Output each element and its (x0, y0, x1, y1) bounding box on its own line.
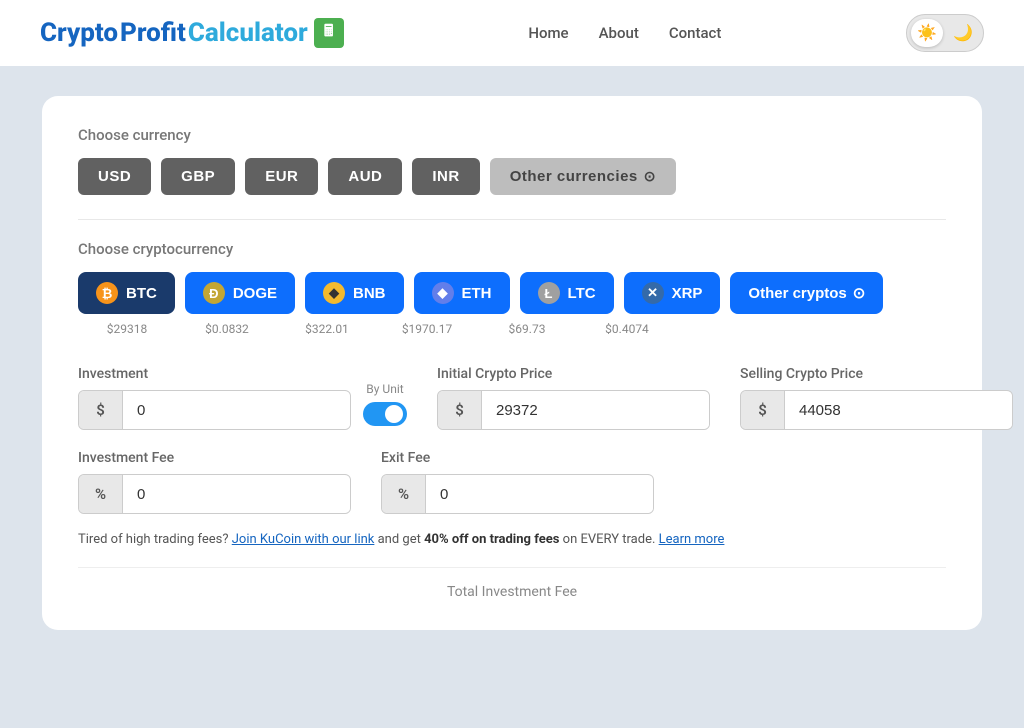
calculator-card: Choose currency USD GBP EUR AUD INR Othe… (42, 96, 982, 630)
investment-label: Investment (78, 366, 351, 382)
btc-icon: ₿ (96, 282, 118, 304)
nav-about[interactable]: About (599, 24, 639, 42)
selling-price-label: Selling Crypto Price (740, 366, 1013, 382)
currency-btn-other[interactable]: Other currencies ⊙ (490, 158, 676, 195)
doge-price: $0.0832 (182, 322, 272, 336)
eth-icon: ◆ (432, 282, 454, 304)
other-currencies-chevron-icon: ⊙ (644, 168, 656, 185)
total-investment-fee-label: Total Investment Fee (78, 567, 946, 600)
exit-fee-input-wrapper: % (381, 474, 654, 514)
exit-fee-input[interactable] (426, 476, 653, 513)
other-cryptos-label: Other cryptos (748, 285, 846, 302)
selling-price-prefix: $ (741, 391, 785, 429)
section-divider-1 (78, 219, 946, 220)
promo-text-after: on EVERY trade. (563, 532, 659, 547)
toggle-label: By Unit (366, 382, 403, 396)
logo-calculator-text: Calculator (188, 18, 308, 48)
selling-price-input-wrapper: $ (740, 390, 1013, 430)
light-mode-button[interactable]: ☀️ (911, 19, 943, 47)
promo-text-before: Tired of high trading fees? (78, 532, 229, 547)
btc-price: $29318 (82, 322, 172, 336)
currency-btn-gbp[interactable]: GBP (161, 158, 235, 195)
ltc-label: LTC (568, 285, 596, 302)
investment-fee-group: Investment Fee % (78, 450, 351, 514)
theme-toggle: ☀️ 🌙 (906, 14, 984, 52)
bnb-icon: ◆ (323, 282, 345, 304)
form-section: Investment $ By Unit (78, 366, 946, 600)
currency-btn-eur[interactable]: EUR (245, 158, 318, 195)
promo-kucoin-link[interactable]: Join KuCoin with our link (232, 532, 375, 547)
crypto-btn-eth[interactable]: ◆ ETH (414, 272, 510, 314)
selling-price-input[interactable] (785, 392, 1012, 429)
dark-mode-button[interactable]: 🌙 (947, 19, 979, 47)
promo-bold-text: 40% off on trading fees (424, 532, 559, 547)
currency-btn-inr[interactable]: INR (412, 158, 479, 195)
other-cryptos-chevron-icon: ⊙ (853, 284, 866, 302)
eth-label: ETH (462, 285, 492, 302)
by-unit-toggle[interactable] (363, 402, 407, 426)
initial-price-prefix: $ (438, 391, 482, 429)
by-unit-toggle-group: By Unit (363, 382, 407, 430)
crypto-btn-btc[interactable]: ₿ BTC (78, 272, 175, 314)
nav-home[interactable]: Home (528, 24, 568, 42)
doge-label: DOGE (233, 285, 277, 302)
ltc-price: $69.73 (482, 322, 572, 336)
logo[interactable]: Crypto Profit Calculator 🖩 (40, 18, 344, 48)
currency-btn-usd[interactable]: USD (78, 158, 151, 195)
initial-price-label: Initial Crypto Price (437, 366, 710, 382)
navigation: Home About Contact (528, 24, 721, 42)
crypto-btn-xrp[interactable]: ✕ XRP (624, 272, 721, 314)
promo-learn-more-link[interactable]: Learn more (659, 532, 725, 547)
currency-buttons-group: USD GBP EUR AUD INR Other currencies ⊙ (78, 158, 946, 195)
investment-fee-prefix: % (79, 475, 123, 513)
exit-fee-label: Exit Fee (381, 450, 654, 466)
promo-text: Tired of high trading fees? Join KuCoin … (78, 530, 946, 551)
xrp-price: $0.4074 (582, 322, 672, 336)
header: Crypto Profit Calculator 🖩 Home About Co… (0, 0, 1024, 66)
initial-price-input[interactable] (482, 392, 709, 429)
xrp-label: XRP (672, 285, 703, 302)
investment-fee-label: Investment Fee (78, 450, 351, 466)
nav-contact[interactable]: Contact (669, 24, 722, 42)
crypto-section-label: Choose cryptocurrency (78, 240, 946, 258)
selling-price-group: Selling Crypto Price $ (740, 366, 1013, 430)
crypto-btn-other[interactable]: Other cryptos ⊙ (730, 272, 883, 314)
investment-group: Investment $ By Unit (78, 366, 407, 430)
bnb-label: BNB (353, 285, 386, 302)
btc-label: BTC (126, 285, 157, 302)
investment-fee-input[interactable] (123, 476, 350, 513)
logo-profit-text: Profit (120, 18, 186, 48)
ltc-icon: Ł (538, 282, 560, 304)
promo-text-middle: and get (378, 532, 424, 547)
currency-section-label: Choose currency (78, 126, 946, 144)
investment-prefix: $ (79, 391, 123, 429)
crypto-btn-ltc[interactable]: Ł LTC (520, 272, 614, 314)
toggle-slider (363, 402, 407, 426)
main-content: Choose currency USD GBP EUR AUD INR Othe… (0, 66, 1024, 728)
doge-icon: Ð (203, 282, 225, 304)
initial-price-group: Initial Crypto Price $ (437, 366, 710, 430)
eth-price: $1970.17 (382, 322, 472, 336)
logo-crypto-text: Crypto (40, 18, 118, 48)
investment-input-wrapper: $ (78, 390, 351, 430)
other-currencies-label: Other currencies (510, 168, 638, 185)
crypto-prices-row: $29318 $0.0832 $322.01 $1970.17 $69.73 $… (78, 322, 946, 336)
investment-input[interactable] (123, 392, 350, 429)
crypto-btn-bnb[interactable]: ◆ BNB (305, 272, 404, 314)
exit-fee-group: Exit Fee % (381, 450, 654, 514)
currency-btn-aud[interactable]: AUD (328, 158, 402, 195)
investment-fee-input-wrapper: % (78, 474, 351, 514)
initial-price-input-wrapper: $ (437, 390, 710, 430)
crypto-buttons-group: ₿ BTC Ð DOGE ◆ BNB ◆ ETH Ł LTC ✕ XRP (78, 272, 946, 314)
logo-icon: 🖩 (314, 18, 344, 48)
exit-fee-prefix: % (382, 475, 426, 513)
bnb-price: $322.01 (282, 322, 372, 336)
crypto-btn-doge[interactable]: Ð DOGE (185, 272, 295, 314)
xrp-icon: ✕ (642, 282, 664, 304)
